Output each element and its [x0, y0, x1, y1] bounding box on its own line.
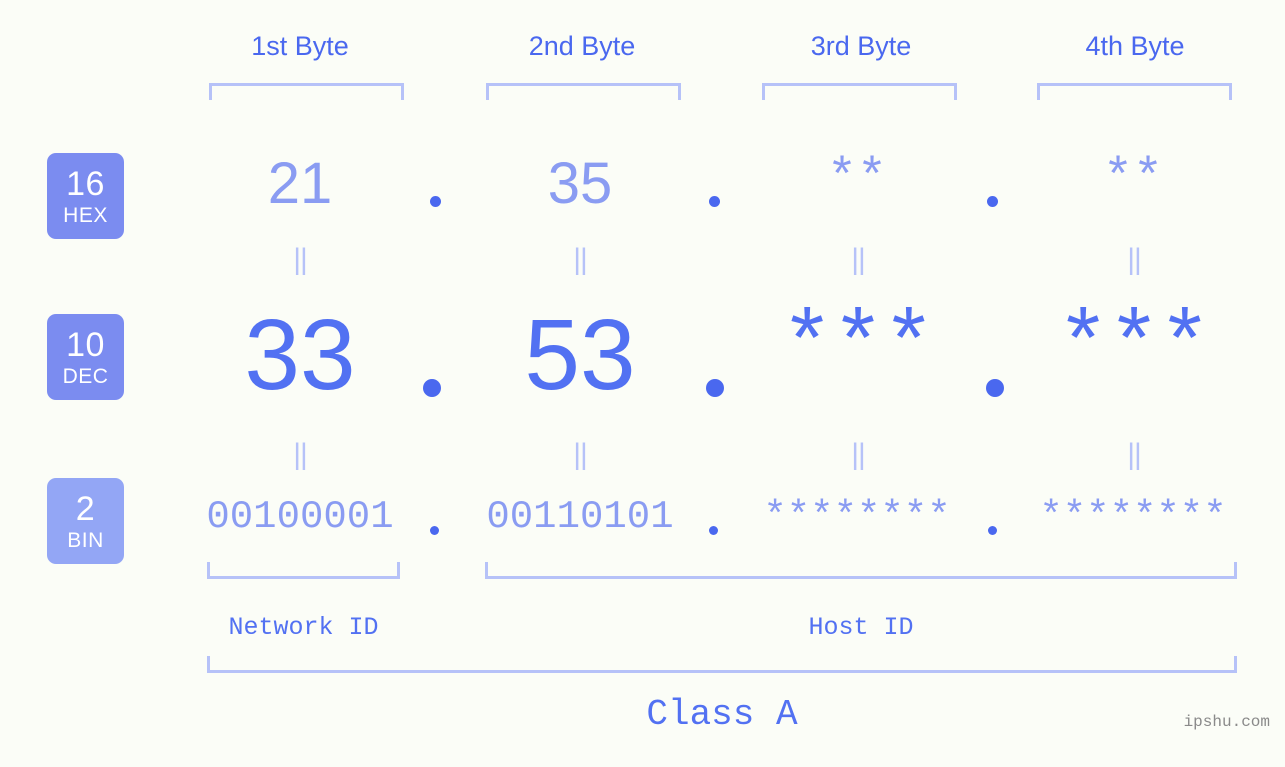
- hex-byte-2: 35: [547, 151, 613, 216]
- byte-header-2: 2nd Byte: [528, 31, 636, 61]
- bin-byte-2: 00110101: [486, 495, 674, 539]
- class-bracket: [207, 656, 1237, 673]
- dec-separator-3: [986, 379, 1004, 397]
- bin-byte-1: 00100001: [206, 495, 394, 539]
- hex-separator-2: [709, 196, 720, 207]
- hex-byte-4: **: [1102, 151, 1163, 208]
- hex-byte-3: **: [826, 151, 887, 208]
- base-badge-hex-name: HEX: [63, 203, 108, 227]
- bin-separator-2: [709, 526, 718, 535]
- equals-connector-2-4: ||: [1127, 438, 1142, 471]
- equals-connector-2-1: ||: [293, 438, 308, 471]
- dec-byte-4: ***: [1056, 299, 1211, 398]
- equals-connector-1-2: ||: [573, 243, 588, 276]
- ip-address-breakdown-diagram: 1st Byte 2nd Byte 3rd Byte 4th Byte 16 H…: [0, 0, 1285, 767]
- byte-header-3: 3rd Byte: [810, 31, 912, 61]
- equals-connector-1-3: ||: [851, 243, 866, 276]
- byte-bracket-3: [762, 83, 957, 100]
- site-watermark: ipshu.com: [1183, 713, 1270, 731]
- base-badge-hex: 16 HEX: [47, 153, 124, 239]
- equals-connector-2-3: ||: [851, 438, 866, 471]
- hex-byte-1: 21: [267, 151, 333, 216]
- dec-separator-2: [706, 379, 724, 397]
- base-badge-hex-number: 16: [66, 164, 105, 203]
- network-id-bracket: [207, 562, 400, 579]
- base-badge-bin-name: BIN: [67, 528, 104, 552]
- hex-separator-1: [430, 196, 441, 207]
- dec-byte-2: 53: [524, 299, 636, 411]
- byte-bracket-1: [209, 83, 404, 100]
- byte-header-4: 4th Byte: [1085, 31, 1185, 61]
- dec-separator-1: [423, 379, 441, 397]
- dec-byte-1: 33: [244, 299, 356, 411]
- bin-byte-4: ********: [1039, 495, 1227, 539]
- base-badge-bin-number: 2: [75, 489, 96, 528]
- base-badge-dec-number: 10: [66, 325, 105, 364]
- equals-connector-1-1: ||: [293, 243, 308, 276]
- byte-bracket-4: [1037, 83, 1232, 100]
- dec-byte-3: ***: [780, 299, 935, 398]
- hex-separator-3: [987, 196, 998, 207]
- network-id-label: Network ID: [228, 613, 379, 642]
- base-badge-dec-name: DEC: [62, 364, 109, 388]
- bin-byte-3: ********: [763, 495, 951, 539]
- bin-separator-1: [430, 526, 439, 535]
- byte-bracket-2: [486, 83, 681, 100]
- byte-header-1: 1st Byte: [251, 31, 349, 61]
- base-badge-dec: 10 DEC: [47, 314, 124, 400]
- bin-separator-3: [988, 526, 997, 535]
- class-label: Class A: [646, 694, 798, 735]
- equals-connector-1-4: ||: [1127, 243, 1142, 276]
- host-id-bracket: [485, 562, 1237, 579]
- host-id-label: Host ID: [808, 613, 914, 642]
- equals-connector-2-2: ||: [573, 438, 588, 471]
- base-badge-bin: 2 BIN: [47, 478, 124, 564]
